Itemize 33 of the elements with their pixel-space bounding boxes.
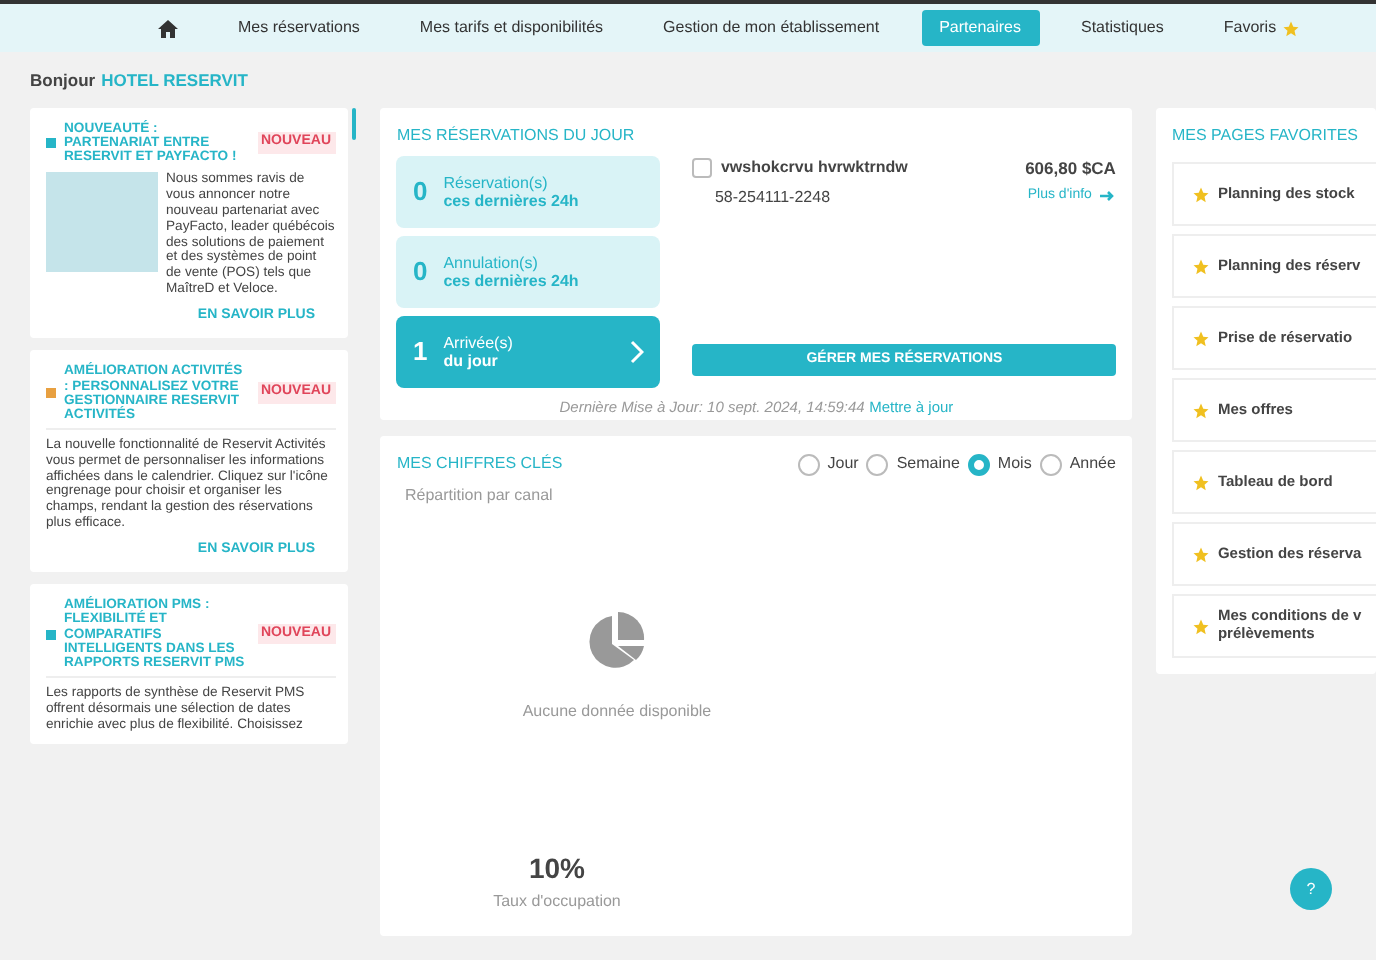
section-title: MES CHIFFRES CLÉS [396,452,563,476]
occupancy-value: 10% [528,850,585,888]
checkbox[interactable] [692,158,713,178]
star-icon [1191,401,1210,419]
star-icon [1191,329,1210,347]
star-icon [1191,617,1210,635]
period-radio[interactable]: Jour [797,452,859,476]
nav-tab[interactable]: Statistiques [1063,10,1182,46]
nav-tab[interactable]: Gestion de mon établissement [645,10,898,46]
period-radio[interactable]: Mois [967,452,1032,476]
section-title: MES PAGES FAVORITES [1171,124,1361,148]
section-title: MES RÉSERVATIONS DU JOUR [396,124,637,148]
period-radio[interactable]: Année [1039,452,1116,476]
favorites-tab[interactable]: Favoris [1205,10,1319,46]
star-icon [1191,473,1210,491]
empty-chart-text: Aucune donnée disponible [522,700,712,724]
booking-amount: 606,80 $CA [1025,156,1116,182]
star-icon [1191,185,1210,203]
nav-tab[interactable]: Mes tarifs et disponibilités [401,10,622,46]
star-icon [1191,257,1210,275]
booking-reference: 58-254111-2248 [712,186,833,210]
pie-chart-icon [584,612,649,672]
guest-name: vwshokcrvu hvrwktrndw [720,156,908,180]
chart-title: Répartition par canal [404,484,555,508]
period-radio[interactable]: Semaine [866,452,960,476]
greeting-text: Bonjour [30,67,96,93]
nav-tab[interactable]: Mes réservations [220,10,378,46]
arrow-icon [1099,190,1116,202]
chevron-icon [630,340,645,364]
star-icon [1282,19,1301,37]
hotel-name: HOTEL RESERVIT [101,67,248,93]
star-icon [1191,545,1210,563]
occupancy-label: Taux d'occupation [493,890,621,914]
